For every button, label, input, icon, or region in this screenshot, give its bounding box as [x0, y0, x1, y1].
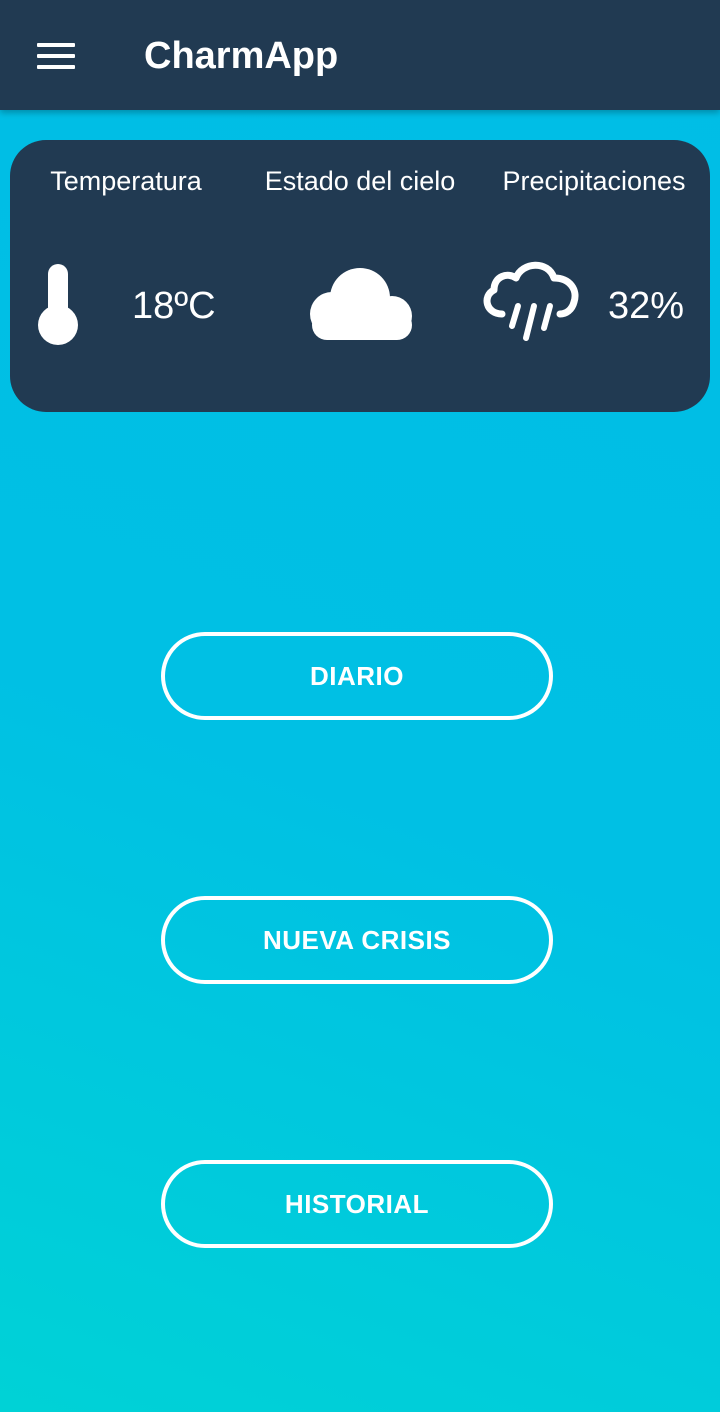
temperature-value: 18ºC	[132, 285, 216, 327]
historial-button[interactable]: HISTORIAL	[161, 1160, 553, 1248]
menu-bar-line	[37, 65, 75, 69]
precipitation-label: Precipitaciones	[502, 166, 686, 196]
menu-bar-line	[37, 54, 75, 58]
diario-button[interactable]: DIARIO	[161, 632, 553, 720]
precipitation-value: 32%	[608, 285, 685, 327]
app-title: CharmApp	[144, 35, 339, 77]
menu-bar-line	[37, 43, 75, 47]
sky-state-label: Estado del cielo	[264, 166, 456, 196]
hamburger-menu-icon[interactable]	[30, 30, 82, 82]
temperature-label: Temperatura	[50, 166, 202, 196]
rain-cloud-icon	[483, 261, 579, 341]
nueva-crisis-button[interactable]: NUEVA CRISIS	[161, 896, 553, 984]
cloud-icon	[310, 268, 412, 340]
app-bar: CharmApp	[0, 0, 720, 110]
thermometer-icon	[38, 264, 78, 345]
weather-card: Temperatura Estado del cielo Precipitaci…	[10, 140, 710, 412]
